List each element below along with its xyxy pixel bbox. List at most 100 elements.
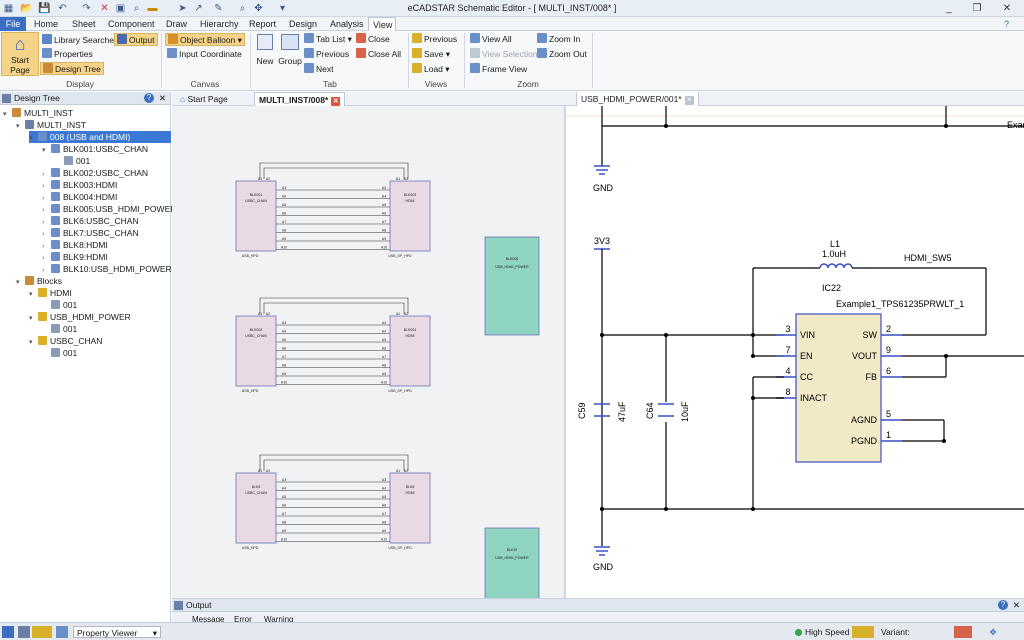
frame-view-button[interactable]: Frame View [470,63,527,76]
tree-block[interactable]: › BLK004:HDMI [42,191,117,203]
tree-block[interactable]: ▾ BLK001:USBC_CHAN [42,143,148,155]
tree-page[interactable]: 001 [55,155,90,167]
tree-block-def[interactable]: ▾ HDMI [29,287,72,299]
help-icon[interactable]: ? [998,600,1008,610]
output-button[interactable]: Output [114,33,158,46]
library-searcher-button[interactable]: Library Searcher [42,34,117,47]
tab-multi-inst[interactable]: MULTI_INST/008* ✕ [254,92,346,106]
menu-analysis[interactable]: Analysis [326,17,368,31]
tab-start-page[interactable]: ⌂ Start Page [176,92,232,106]
help-icon[interactable]: ? [1000,17,1013,31]
tree-block[interactable]: › BLK9:HDMI [42,251,108,263]
expander-icon[interactable]: ▾ [29,133,38,145]
close-tab-icon[interactable]: ✕ [331,97,341,106]
tree-blocks-folder[interactable]: ▾ Blocks [16,275,62,287]
tree-block-def[interactable]: ▾ USB_HDMI_POWER [29,311,131,323]
mode-icon[interactable] [32,626,52,638]
tree-block[interactable]: › BLK6:USBC_CHAN [42,215,139,227]
schematic-canvas-multi-inst[interactable]: BLK001 USBC_CHAN BLK003 HDMI USB_HPD USB_DP_H… [172,106,564,598]
menu-hierarchy[interactable]: Hierarchy [196,17,243,31]
gnd-label-top: GND [593,183,614,193]
menu-component[interactable]: Component [104,17,159,31]
property-viewer-select[interactable]: Property Viewer ▾ [73,626,161,638]
tree-block[interactable]: › BLK10:USB_HDMI_POWER [42,263,172,275]
menu-design[interactable]: Design [285,17,321,31]
tree-block[interactable]: › BLK8:HDMI [42,239,108,251]
tree-row-label: 001 [63,348,78,358]
pin-label: A3 [282,321,286,325]
tree-page[interactable]: 001 [42,323,77,335]
input-coordinate-button[interactable]: Input Coordinate [167,48,242,61]
next-tab-button[interactable]: Next [304,63,333,76]
tree-design[interactable]: ▾ MULTI_INST [16,119,86,131]
block-name: BLK6 [252,485,261,489]
expander-icon[interactable]: ▾ [16,121,25,133]
expander-icon[interactable]: ▾ [3,109,12,121]
tree-root[interactable]: ▾ MULTI_INST [3,107,73,119]
tree-page[interactable]: 001 [42,347,77,359]
window-title: eCADSTAR Schematic Editor - [ MULTI_INST… [407,3,617,13]
schematic-canvas-power[interactable]: GND Exam 3V3 C59 47uF C64 10uF [566,106,1024,598]
pin-label: A1 [396,177,400,181]
tree-sheet[interactable]: ▾ 008 (USB and HDMI) [29,131,171,143]
help-icon[interactable]: ? [144,93,154,103]
ic-ref: IC22 [822,283,841,293]
tree-block[interactable]: › BLK7:USBC_CHAN [42,227,139,239]
panel-toggle-icon[interactable] [18,626,30,638]
expander-icon[interactable]: ▾ [29,337,38,349]
block-name: BLK10 [507,548,518,552]
restore-button[interactable]: ❐ [966,1,988,16]
expander-icon[interactable]: ▾ [29,313,38,325]
new-tab-button[interactable]: New [254,34,276,66]
node-icon [51,300,60,309]
menu-draw[interactable]: Draw [162,17,191,31]
expander-icon[interactable]: ▾ [16,277,25,289]
view-icon[interactable] [56,626,68,638]
menu-file[interactable]: File [0,17,26,31]
view-all-button[interactable]: View All [470,33,512,46]
menu-report[interactable]: Report [245,17,280,31]
high-speed-button[interactable] [852,626,874,638]
close-panel-icon[interactable]: ✕ [159,92,166,105]
close-button[interactable]: ✕ [996,1,1018,16]
tab-usb-hdmi-power[interactable]: USB_HDMI_POWER/001* ✕ [576,92,699,106]
menu-view[interactable]: View [368,17,396,32]
menu-home[interactable]: Home [30,17,62,31]
view-selection-button[interactable]: View Selection [470,48,538,61]
pin-label: A9 [282,237,286,241]
design-tree-button[interactable]: Design Tree [40,62,104,75]
close-all-button[interactable]: Close All [356,48,401,61]
minimize-button[interactable]: _ [938,1,960,16]
zoom-in-button[interactable]: Zoom In [537,33,580,46]
close-tab-button[interactable]: Close [356,33,390,46]
junction [664,124,668,128]
close-tab-icon[interactable]: ✕ [684,96,694,105]
document-tabs: ⌂ Start Page MULTI_INST/008* ✕ USB_HDMI_P… [172,92,1024,106]
save-view-button[interactable]: Save ▾ [412,48,450,61]
tree-page[interactable]: 001 [42,299,77,311]
group-tab-button[interactable]: Group [278,34,302,66]
previous-view-button[interactable]: Previous [412,33,457,46]
menu-sheet[interactable]: Sheet [68,17,100,31]
close-panel-icon[interactable]: ✕ [1013,599,1020,612]
navigate-icon[interactable]: ✥ [984,626,1002,638]
zoom-out-button[interactable]: Zoom Out [537,48,587,61]
previous-tab-button[interactable]: Previous [304,48,349,61]
tree-block[interactable]: › BLK002:USBC_CHAN [42,167,148,179]
start-page-button[interactable]: ⌂ Start Page [1,32,39,76]
properties-button[interactable]: Properties [42,48,93,61]
tab-list-button[interactable]: Tab List ▾ [304,33,352,46]
pin-label: A1 [258,469,262,473]
object-balloon-button[interactable]: Object Balloon ▾ [165,33,245,46]
tree-row-label: BLK9:HDMI [63,252,108,262]
variant-button[interactable] [954,626,972,638]
tree-block-def[interactable]: ▾ USBC_CHAN [29,335,102,347]
load-view-button[interactable]: Load ▾ [412,63,450,76]
layout-icon[interactable] [2,626,14,638]
expander-icon[interactable]: ▾ [42,145,51,157]
tree-block[interactable]: › BLK003:HDMI [42,179,117,191]
expander-icon[interactable]: ▾ [29,289,38,301]
tree-block[interactable]: › BLK005:USB_HDMI_POWER [42,203,176,215]
node-icon [51,204,60,213]
block-blk002 [235,315,277,387]
